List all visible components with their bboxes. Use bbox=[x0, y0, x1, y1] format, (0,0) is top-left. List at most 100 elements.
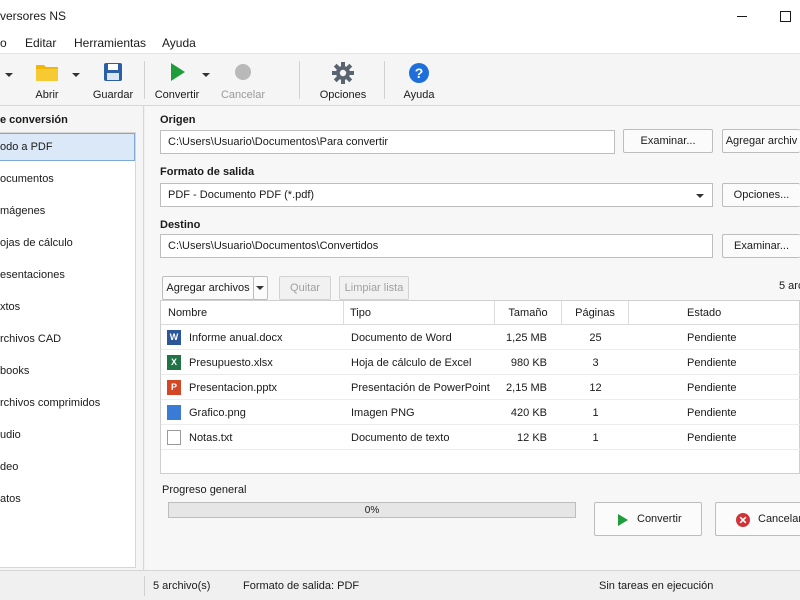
svg-text:?: ? bbox=[415, 65, 424, 81]
table-row[interactable]: X Presupuesto.xlsx Hoja de cálculo de Exce… bbox=[161, 350, 800, 375]
convert-button-label: Convertir bbox=[637, 513, 682, 525]
sidebar-item-archivos-comprimidos[interactable]: rchivos comprimidos bbox=[0, 389, 135, 417]
sidebar-item-textos[interactable]: xtos bbox=[0, 293, 135, 321]
chevron-down-icon bbox=[696, 194, 704, 198]
sidebar-item-hojas-de-calculo[interactable]: ojas de cálculo bbox=[0, 229, 135, 257]
origin-label: Origen bbox=[160, 114, 196, 126]
status-bar: 5 archivo(s) Formato de salida: PDF Sin … bbox=[0, 570, 800, 600]
image-icon bbox=[167, 405, 181, 420]
help-button[interactable]: ? Ayuda bbox=[398, 56, 440, 104]
column-header-paginas[interactable]: Páginas bbox=[562, 301, 629, 325]
cell-file-name: Informe anual.docx bbox=[189, 332, 283, 344]
save-icon bbox=[104, 63, 122, 81]
options-button[interactable]: Opciones bbox=[318, 56, 368, 104]
menu-bar: o Editar Herramientas Ayuda bbox=[0, 32, 800, 54]
menu-herramientas[interactable]: Herramientas bbox=[74, 36, 146, 50]
sidebar-item-datos[interactable]: atos bbox=[0, 485, 135, 513]
column-header-tamano[interactable]: Tamaño bbox=[495, 301, 562, 325]
sidebar-heading: e conversión bbox=[0, 114, 68, 126]
cell-file-type: Imagen PNG bbox=[351, 407, 415, 419]
cell-file-name: Presupuesto.xlsx bbox=[189, 357, 273, 369]
sidebar-item-imagenes[interactable]: mágenes bbox=[0, 197, 135, 225]
cancel-button-label: Cancelar bbox=[758, 513, 800, 525]
options-label: Opciones bbox=[319, 89, 367, 101]
table-row[interactable]: Notas.txt Documento de texto 12 KB 1 Pendien… bbox=[161, 425, 800, 450]
cell-file-type: Documento de texto bbox=[351, 432, 450, 444]
new-dropdown-arrow[interactable] bbox=[5, 73, 13, 77]
main-panel: Origen C:\Users\Usuario\Documentos\Para … bbox=[145, 106, 800, 570]
open-dropdown-arrow[interactable] bbox=[72, 73, 80, 77]
cancel-button[interactable]: Cancelar bbox=[715, 502, 800, 536]
destination-path-field[interactable]: C:\Users\Usuario\Documentos\Convertidos bbox=[160, 234, 713, 258]
cell-page-count: 1 bbox=[592, 407, 599, 419]
add-files-top-button[interactable]: Agregar archiv bbox=[722, 129, 800, 153]
table-row[interactable]: W Informe anual.docx Documento de Word 1,25… bbox=[161, 325, 800, 350]
sidebar: e conversión odo a PDF ocumentos mágenes… bbox=[0, 106, 144, 570]
cell-page-count: 25 bbox=[589, 332, 602, 344]
table-row[interactable]: P Presentacion.pptx Presentación de PowerP… bbox=[161, 375, 800, 400]
open-label: Abrir bbox=[35, 89, 59, 101]
column-header-tipo[interactable]: Tipo bbox=[344, 301, 495, 325]
stop-circle-icon bbox=[235, 64, 251, 80]
cell-file-name: Grafico.png bbox=[189, 407, 246, 419]
column-header-nombre[interactable]: Nombre bbox=[161, 301, 344, 325]
cell-status: Pendiente bbox=[687, 382, 737, 394]
convert-dropdown-arrow[interactable] bbox=[202, 73, 210, 77]
menu-ayuda[interactable]: Ayuda bbox=[162, 36, 196, 50]
cell-file-name: Notas.txt bbox=[189, 432, 233, 444]
file-count: 5 archi bbox=[779, 280, 800, 292]
title-bar: versores NS bbox=[0, 0, 800, 32]
status-separator bbox=[144, 576, 145, 596]
cell-status: Pendiente bbox=[687, 332, 737, 344]
save-button[interactable]: Guardar bbox=[90, 56, 136, 104]
menu-archivo[interactable]: o bbox=[0, 36, 7, 50]
save-label: Guardar bbox=[92, 89, 134, 101]
help-icon: ? bbox=[409, 63, 429, 83]
sidebar-item-ebooks[interactable]: books bbox=[0, 357, 135, 385]
convert-button[interactable]: Convertir bbox=[594, 502, 702, 536]
cancel-toolbar-label: Cancelar bbox=[220, 89, 266, 101]
table-row[interactable]: Grafico.png Imagen PNG 420 KB 1 Pendiente bbox=[161, 400, 800, 425]
origin-path-field[interactable]: C:\Users\Usuario\Documentos\Para convert… bbox=[160, 130, 615, 154]
cell-status: Pendiente bbox=[687, 432, 737, 444]
column-header-estado[interactable]: Estado bbox=[629, 301, 800, 325]
toolbar-separator bbox=[144, 61, 145, 99]
cell-file-name: Presentacion.pptx bbox=[189, 382, 278, 394]
add-files-button[interactable]: Agregar archivos bbox=[162, 276, 254, 300]
play-icon bbox=[618, 514, 628, 526]
menu-editar[interactable]: Editar bbox=[25, 36, 56, 50]
cell-file-size: 980 KB bbox=[510, 357, 547, 369]
origin-browse-button[interactable]: Examinar... bbox=[623, 129, 713, 153]
sidebar-item-todo-a-pdf[interactable]: odo a PDF bbox=[0, 133, 135, 161]
toolbar: Abrir Guardar Convertir Cancelar Opcione… bbox=[0, 54, 800, 106]
sidebar-item-video[interactable]: deo bbox=[0, 453, 135, 481]
add-files-dropdown[interactable] bbox=[253, 276, 268, 300]
status-file-count: 5 archivo(s) bbox=[153, 580, 211, 592]
toolbar-separator bbox=[384, 61, 385, 99]
cell-file-type: Documento de Word bbox=[351, 332, 452, 344]
sidebar-item-documentos[interactable]: ocumentos bbox=[0, 165, 135, 193]
folder-icon bbox=[36, 65, 58, 81]
status-tasks: Sin tareas en ejecución bbox=[599, 580, 714, 592]
sidebar-item-audio[interactable]: udio bbox=[0, 421, 135, 449]
destination-browse-button[interactable]: Examinar... bbox=[722, 234, 800, 258]
format-options-button[interactable]: Opciones... bbox=[722, 183, 800, 207]
minimize-button[interactable] bbox=[719, 0, 765, 32]
conversion-type-list: odo a PDF ocumentos mágenes ojas de cálc… bbox=[0, 132, 136, 568]
cancel-toolbar-button[interactable]: Cancelar bbox=[220, 56, 266, 104]
remove-button[interactable]: Quitar bbox=[279, 276, 331, 300]
convert-toolbar-button[interactable]: Convertir bbox=[152, 56, 202, 104]
word-icon: W bbox=[167, 330, 181, 345]
status-output-format: Formato de salida: PDF bbox=[243, 580, 360, 592]
sidebar-item-archivos-cad[interactable]: rchivos CAD bbox=[0, 325, 135, 353]
open-button[interactable]: Abrir bbox=[26, 56, 68, 104]
cell-page-count: 3 bbox=[592, 357, 599, 369]
cell-file-size: 420 KB bbox=[510, 407, 547, 419]
output-format-select[interactable]: PDF - Documento PDF (*.pdf) bbox=[160, 183, 713, 207]
maximize-button[interactable] bbox=[762, 0, 800, 32]
sidebar-item-presentaciones[interactable]: esentaciones bbox=[0, 261, 135, 289]
cell-page-count: 1 bbox=[592, 432, 599, 444]
powerpoint-icon: P bbox=[167, 380, 181, 395]
close-circle-icon bbox=[736, 513, 750, 527]
clear-list-button[interactable]: Limpiar lista bbox=[339, 276, 409, 300]
